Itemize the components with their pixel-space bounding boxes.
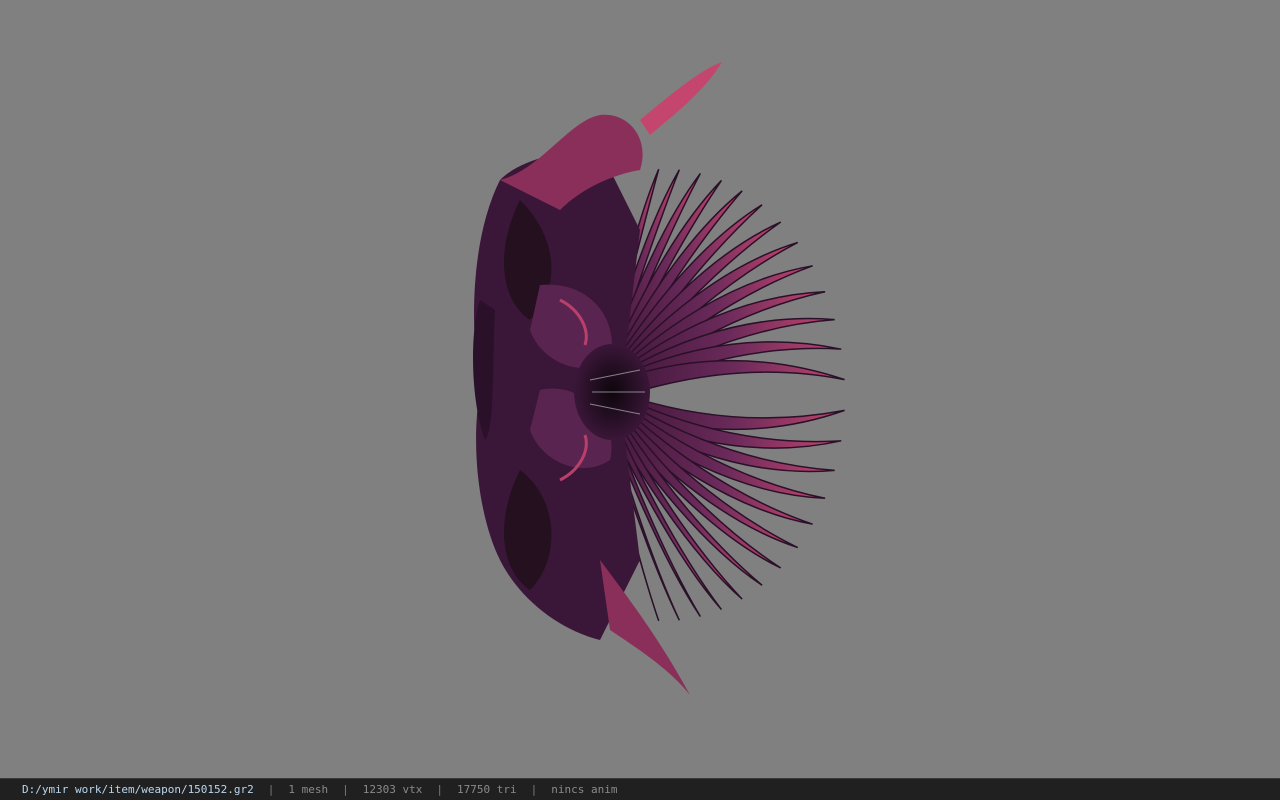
- animation-status: nincs anim: [551, 783, 618, 796]
- status-bar: D:/ymir work/item/weapon/150152.gr2 | 1 …: [0, 778, 1280, 800]
- file-path: D:/ymir work/item/weapon/150152.gr2: [22, 783, 254, 796]
- weapon-model-render: [473, 62, 845, 695]
- vertex-count: 12303 vtx: [362, 783, 423, 796]
- separator: |: [342, 783, 349, 796]
- separator: |: [530, 783, 538, 796]
- mesh-count: 1 mesh: [288, 783, 329, 796]
- separator: |: [436, 783, 444, 796]
- separator: |: [267, 783, 275, 796]
- triangle-count: 17750 tri: [457, 783, 517, 796]
- 3d-viewport[interactable]: [0, 0, 1280, 778]
